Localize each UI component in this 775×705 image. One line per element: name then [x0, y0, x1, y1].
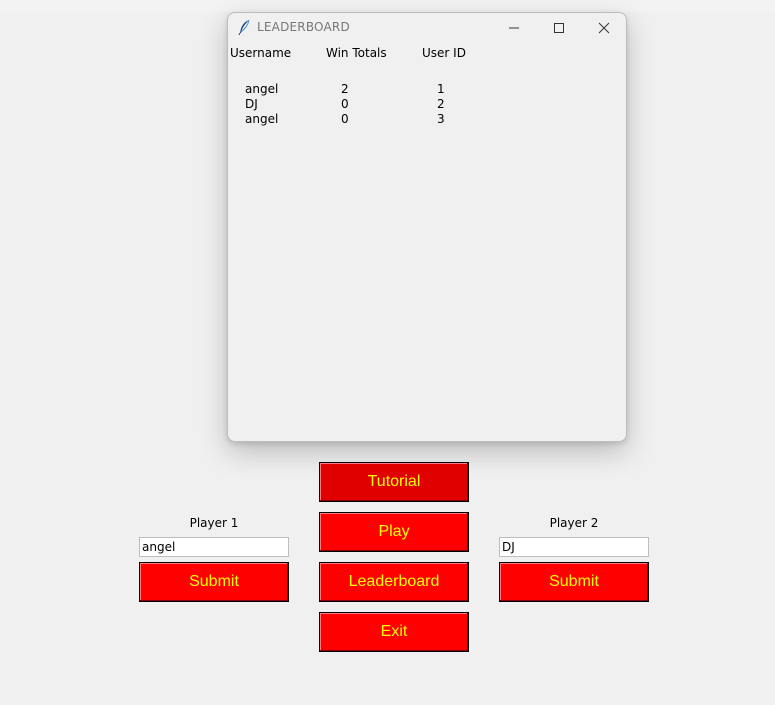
exit-button[interactable]: Exit [319, 612, 469, 652]
maximize-icon[interactable] [536, 13, 582, 42]
column-header-win-totals: Win Totals [326, 46, 387, 60]
cell-username: DJ [245, 97, 258, 111]
feather-icon [237, 19, 251, 36]
leaderboard-window: LEADERBOARD Username Win Totals User ID … [227, 12, 627, 442]
play-button[interactable]: Play [319, 512, 469, 552]
tutorial-button[interactable]: Tutorial [319, 462, 469, 502]
player2-name-input[interactable]: DJ [499, 537, 649, 557]
cell-user-id: 3 [437, 112, 445, 126]
cell-username: angel [245, 112, 279, 126]
cell-user-id: 2 [437, 97, 445, 111]
player2-submit-button[interactable]: Submit [499, 562, 649, 602]
close-icon[interactable] [581, 13, 626, 42]
title-bar[interactable]: LEADERBOARD [228, 13, 626, 42]
player2-label: Player 2 [549, 516, 599, 530]
player1-submit-button[interactable]: Submit [139, 562, 289, 602]
cell-user-id: 1 [437, 82, 445, 96]
column-header-user-id: User ID [422, 46, 466, 60]
player1-name-input[interactable]: angel [139, 537, 289, 557]
cell-wins: 0 [341, 97, 349, 111]
column-header-username: Username [230, 46, 292, 60]
player1-label: Player 1 [189, 516, 239, 530]
cell-wins: 2 [341, 82, 349, 96]
minimize-icon[interactable] [491, 13, 537, 42]
leaderboard-button[interactable]: Leaderboard [319, 562, 469, 602]
cell-username: angel [245, 82, 279, 96]
background-strip [0, 0, 775, 12]
window-title: LEADERBOARD [257, 20, 350, 34]
cell-wins: 0 [341, 112, 349, 126]
